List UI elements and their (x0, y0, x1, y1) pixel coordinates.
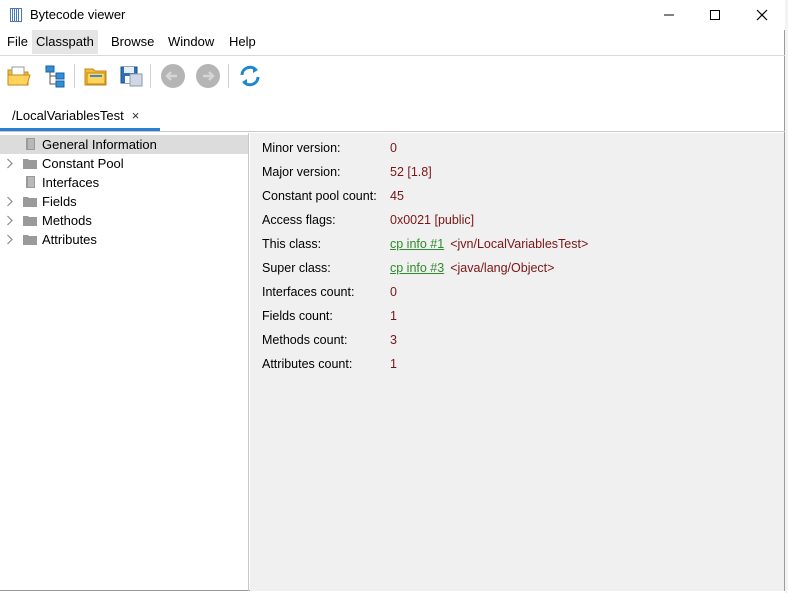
general-information-panel: Minor version: 0 Major version: 52 [1.8]… (250, 133, 784, 591)
chevron-right-icon[interactable] (6, 215, 14, 226)
folder-icon (23, 197, 37, 207)
title-bar: Bytecode viewer (0, 0, 785, 30)
window-title: Bytecode viewer (30, 7, 126, 22)
tree-item-label: Interfaces (42, 175, 100, 190)
back-icon (161, 64, 185, 88)
app-icon (10, 8, 22, 22)
this-class-name: <jvn/LocalVariablesTest> (450, 237, 589, 251)
open-directory-icon (84, 68, 107, 86)
tree-item-label: General Information (42, 137, 157, 152)
tree-item-methods[interactable]: Methods (0, 211, 248, 230)
chevron-right-icon[interactable] (6, 234, 14, 245)
field-value: 1 (390, 357, 397, 371)
field-value: 1 (390, 309, 397, 323)
field-label: Constant pool count: (262, 189, 377, 203)
menu-browse[interactable]: Browse (107, 30, 158, 54)
tree-item-attributes[interactable]: Attributes (0, 230, 248, 249)
field-label: Attributes count: (262, 357, 353, 371)
tab-localvariablestest[interactable]: /LocalVariablesTest × (0, 100, 151, 131)
tab-strip: /LocalVariablesTest × (0, 100, 785, 132)
tree-item-label: Constant Pool (42, 156, 124, 171)
tree-item-label: Attributes (42, 232, 97, 247)
tree-item-label: Fields (42, 194, 77, 209)
maximize-icon (710, 10, 720, 20)
save-button[interactable] (115, 60, 147, 92)
menu-classpath[interactable]: Classpath (32, 30, 98, 54)
menu-help[interactable]: Help (225, 30, 260, 54)
toolbar-separator (150, 64, 151, 88)
close-button[interactable] (739, 0, 785, 30)
back-button[interactable] (157, 60, 189, 92)
field-value: 0 (390, 285, 397, 299)
tree-item-constant-pool[interactable]: Constant Pool (0, 154, 248, 173)
field-label: Interfaces count: (262, 285, 355, 299)
field-label: Access flags: (262, 213, 336, 227)
field-value: 45 (390, 189, 404, 203)
field-label: Fields count: (262, 309, 333, 323)
toolbar (0, 56, 785, 96)
open-folder-icon (7, 66, 31, 86)
field-label: Super class: (262, 261, 331, 275)
folder-icon (23, 235, 37, 245)
leaf-node-icon (26, 138, 35, 150)
classpath-tree-icon (45, 65, 65, 88)
save-icon (120, 66, 143, 87)
minimize-button[interactable] (646, 0, 692, 30)
tab-label: /LocalVariablesTest (12, 108, 124, 123)
folder-icon (23, 216, 37, 226)
minimize-icon (664, 14, 674, 16)
class-structure-tree: General Information Constant Pool Interf… (0, 133, 249, 591)
field-value: cp info #3 <java/lang/Object> (390, 261, 554, 275)
forward-icon (196, 64, 220, 88)
toolbar-separator (228, 64, 229, 88)
bytecode-viewer-window: Bytecode viewer File Classpath Browse Wi… (0, 0, 785, 591)
classpath-button[interactable] (40, 60, 72, 92)
field-label: This class: (262, 237, 322, 251)
field-value: 0x0021 [public] (390, 213, 475, 227)
folder-icon (23, 159, 37, 169)
this-class-cp-link[interactable]: cp info #1 (390, 237, 444, 251)
chevron-right-icon[interactable] (6, 196, 14, 207)
tab-close-icon[interactable]: × (132, 108, 140, 123)
field-label: Major version: (262, 165, 341, 179)
field-value: 0 (390, 141, 397, 155)
super-class-name: <java/lang/Object> (450, 261, 555, 275)
tree-item-interfaces[interactable]: Interfaces (0, 173, 248, 192)
menu-file[interactable]: File (3, 30, 32, 54)
field-label: Methods count: (262, 333, 348, 347)
field-value: cp info #1 <jvn/LocalVariablesTest> (390, 237, 588, 251)
refresh-icon (240, 65, 260, 87)
maximize-button[interactable] (692, 0, 738, 30)
forward-button[interactable] (192, 60, 224, 92)
refresh-button[interactable] (234, 60, 266, 92)
open-file-button[interactable] (3, 60, 35, 92)
close-icon (756, 9, 768, 21)
field-label: Minor version: (262, 141, 341, 155)
open-directory-button[interactable] (80, 60, 112, 92)
chevron-right-icon[interactable] (6, 158, 14, 169)
active-tab-indicator (0, 128, 160, 131)
tree-item-fields[interactable]: Fields (0, 192, 248, 211)
leaf-node-icon (26, 176, 35, 188)
field-value: 3 (390, 333, 397, 347)
toolbar-separator (74, 64, 75, 88)
tree-item-general-information[interactable]: General Information (0, 135, 248, 154)
field-value: 52 [1.8] (390, 165, 432, 179)
tree-item-label: Methods (42, 213, 92, 228)
menu-window[interactable]: Window (164, 30, 218, 54)
menu-bar: File Classpath Browse Window Help (0, 30, 785, 54)
super-class-cp-link[interactable]: cp info #3 (390, 261, 444, 275)
